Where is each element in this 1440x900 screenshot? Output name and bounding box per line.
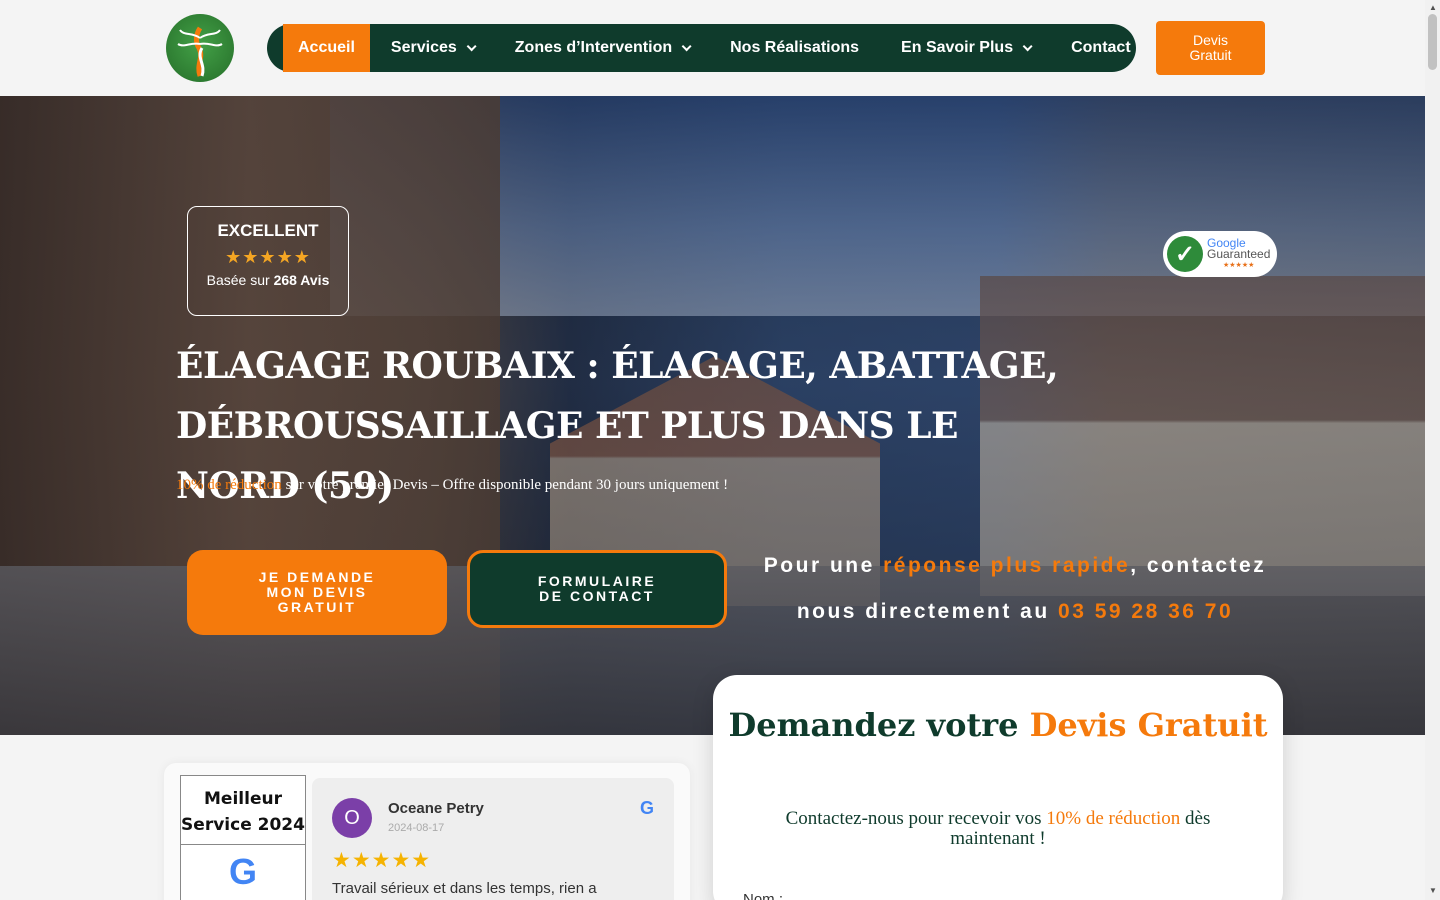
devis-gratuit-button[interactable]: Devis Gratuit <box>1156 21 1265 75</box>
scrollbar-thumb[interactable] <box>1428 14 1437 70</box>
promo-text: 10% de réduction sur votre premier Devis… <box>176 477 728 494</box>
button-label: FORMULAIRE <box>537 573 657 589</box>
star-icons: ★★★★★ <box>1223 261 1255 269</box>
button-label: GRATUIT <box>277 599 357 615</box>
review-item: O Oceane Petry 2024-08-17 G ★★★★★ Travai… <box>312 778 674 900</box>
nav-label: Nos Réalisations <box>730 39 860 56</box>
form-title: Demandez votre Devis Gratuit <box>713 705 1283 745</box>
scroll-down-arrow-icon[interactable]: ▼ <box>1429 886 1437 895</box>
rating-title: EXCELLENT <box>217 221 319 240</box>
nav-item-en-savoir-plus[interactable]: En Savoir Plus <box>880 24 1050 72</box>
star-icons: ★★★★★ <box>225 247 311 267</box>
rating-box: EXCELLENT ★★★★★ Basée sur 268 Avis <box>187 206 349 316</box>
best-service-badge: Meilleur Service 2024 G <box>180 775 306 900</box>
promo-rest: sur votre premier Devis – Offre disponib… <box>281 477 729 493</box>
name-field-label: Nom : <box>743 891 784 900</box>
cta-label: Gratuit <box>1189 47 1232 63</box>
hero-section: EXCELLENT ★★★★★ Basée sur 268 Avis ✓ Goo… <box>0 96 1425 735</box>
form-sub-part: Contactez-nous pour recevoir vos <box>785 808 1047 829</box>
nav-item-zones[interactable]: Zones d’Intervention <box>494 24 709 72</box>
nav-label: Services <box>390 39 457 56</box>
promo-highlight: 10% de réduction <box>176 477 282 493</box>
form-title-part: Demandez votre <box>728 706 1030 744</box>
button-label: JE DEMANDE <box>258 569 376 585</box>
fast-contact-highlight: réponse plus rapide <box>883 554 1131 577</box>
nav-item-realisations[interactable]: Nos Réalisations <box>709 24 880 72</box>
cta-label: Devis <box>1192 32 1228 48</box>
rating-count-value: 268 Avis <box>273 272 330 288</box>
nav-label: Contact <box>1071 39 1131 56</box>
rating-count: Basée sur 268 Avis <box>188 272 348 288</box>
nav-item-contact[interactable]: Contact <box>1050 24 1152 72</box>
page-scrollbar[interactable]: ▲ ▼ <box>1425 0 1440 900</box>
fast-contact-text: Pour une réponse plus rapide, contactez … <box>745 543 1285 635</box>
review-text: Travail sérieux et dans les temps, rien … <box>332 880 597 897</box>
hero-title-line: ÉLAGAGE ROUBAIX : ÉLAGAGE, ABATTAGE, <box>176 345 1059 387</box>
form-subtitle: Contactez-nous pour recevoir vos 10% de … <box>753 809 1243 849</box>
form-sub-highlight: 10% de réduction <box>1046 808 1181 829</box>
google-badge-line: Guaranteed <box>1207 246 1271 261</box>
nav-item-services[interactable]: Services <box>370 24 494 72</box>
best-service-title: Meilleur Service 2024 <box>181 776 305 845</box>
form-title-highlight: Devis Gratuit <box>1029 706 1268 744</box>
google-badge-text: Google Guaranteed ★★★★★ <box>1207 237 1271 271</box>
button-label: DE CONTACT <box>539 588 655 604</box>
logo-tree-icon[interactable] <box>166 14 234 82</box>
nav-item-accueil[interactable]: Accueil <box>283 24 370 72</box>
chevron-down-icon <box>466 40 477 51</box>
review-date: 2024-08-17 <box>388 822 445 834</box>
request-quote-button[interactable]: JE DEMANDE MON DEVIS GRATUIT <box>187 550 447 635</box>
button-label: MON DEVIS <box>266 584 368 600</box>
fast-contact-part: Pour une <box>763 554 884 577</box>
google-icon: G <box>228 851 257 892</box>
nav-label: Accueil <box>298 39 355 56</box>
main-nav: Accueil Services Zones d’Intervention No… <box>267 24 1136 72</box>
phone-link[interactable]: 03 59 28 36 70 <box>1058 600 1233 623</box>
nav-label: Zones d’Intervention <box>514 39 673 56</box>
quote-form-card: Demandez votre Devis Gratuit Contactez-n… <box>713 675 1283 900</box>
reviewer-name: Oceane Petry <box>388 800 484 817</box>
site-header: Accueil Services Zones d’Intervention No… <box>0 0 1425 96</box>
nav-label: En Savoir Plus <box>901 39 1014 56</box>
google-guaranteed-badge: ✓ Google Guaranteed ★★★★★ <box>1163 231 1277 277</box>
scroll-up-arrow-icon[interactable]: ▲ <box>1429 3 1437 12</box>
star-icons: ★★★★★ <box>332 849 432 872</box>
chevron-down-icon <box>1022 40 1033 51</box>
rating-based-on: Basée sur <box>206 272 270 288</box>
google-icon: G <box>639 798 654 818</box>
contact-form-button[interactable]: FORMULAIRE DE CONTACT <box>467 550 727 628</box>
check-icon: ✓ <box>1167 236 1203 272</box>
avatar: O <box>332 798 372 838</box>
chevron-down-icon <box>681 40 692 51</box>
